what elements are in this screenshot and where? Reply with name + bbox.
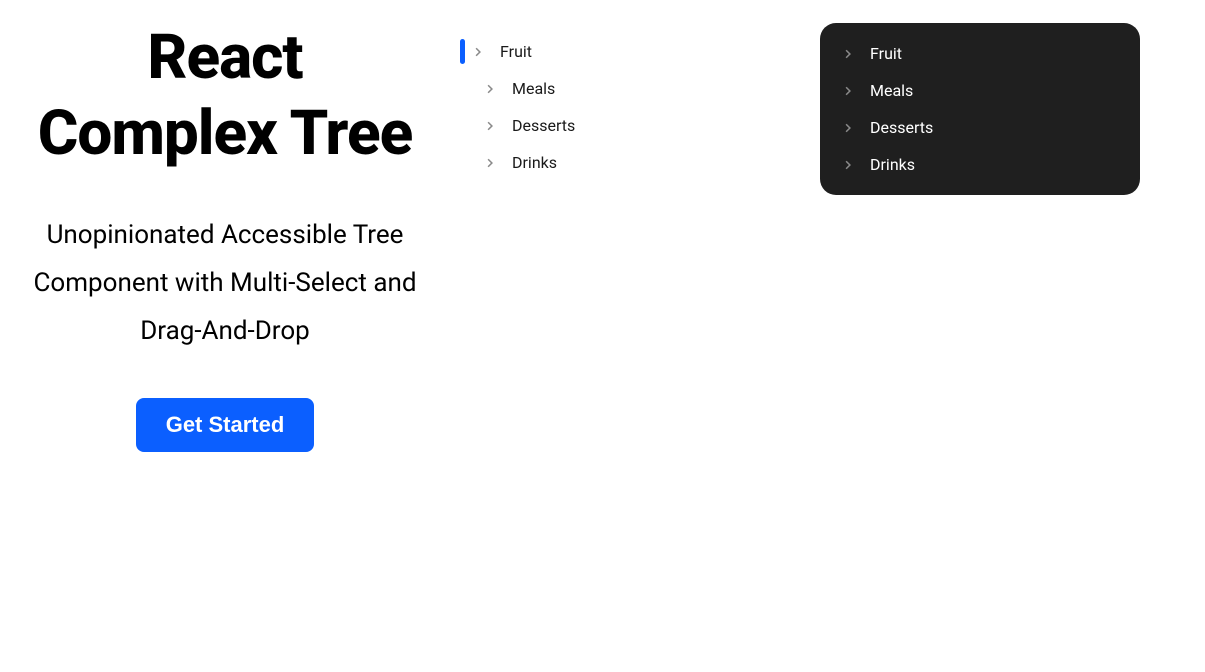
page-subtitle: Unopinionated Accessible Tree Component … [30, 211, 420, 355]
hero-section: React Complex Tree Unopinionated Accessi… [30, 15, 420, 452]
tree-item-label: Meals [870, 81, 913, 100]
selection-indicator [460, 39, 465, 64]
tree-item-label: Desserts [870, 118, 933, 137]
tree-item-drinks[interactable]: Drinks [460, 144, 790, 181]
tree-item-desserts[interactable]: Desserts [820, 109, 1140, 146]
tree-item-label: Meals [512, 79, 555, 98]
tree-item-drinks[interactable]: Drinks [820, 146, 1140, 183]
tree-item-desserts[interactable]: Desserts [460, 107, 790, 144]
get-started-button[interactable]: Get Started [136, 398, 315, 452]
chevron-right-icon[interactable] [840, 83, 856, 99]
tree-item-fruit[interactable]: Fruit [820, 35, 1140, 72]
chevron-right-icon[interactable] [470, 44, 486, 60]
chevron-right-icon[interactable] [482, 81, 498, 97]
chevron-right-icon[interactable] [840, 46, 856, 62]
tree-item-label: Drinks [870, 155, 915, 174]
chevron-right-icon[interactable] [840, 120, 856, 136]
chevron-right-icon[interactable] [840, 157, 856, 173]
tree-item-label: Fruit [500, 42, 532, 61]
chevron-right-icon[interactable] [482, 155, 498, 171]
tree-item-label: Drinks [512, 153, 557, 172]
tree-item-meals[interactable]: Meals [460, 70, 790, 107]
tree-item-label: Fruit [870, 44, 902, 63]
page-title: React Complex Tree [30, 20, 420, 171]
tree-item-label: Desserts [512, 116, 575, 135]
tree-item-fruit[interactable]: Fruit [460, 33, 790, 70]
chevron-right-icon[interactable] [482, 118, 498, 134]
tree-light: Fruit Meals Desserts Drinks [450, 15, 790, 452]
tree-dark: Fruit Meals Desserts Drinks [820, 23, 1140, 195]
tree-item-meals[interactable]: Meals [820, 72, 1140, 109]
